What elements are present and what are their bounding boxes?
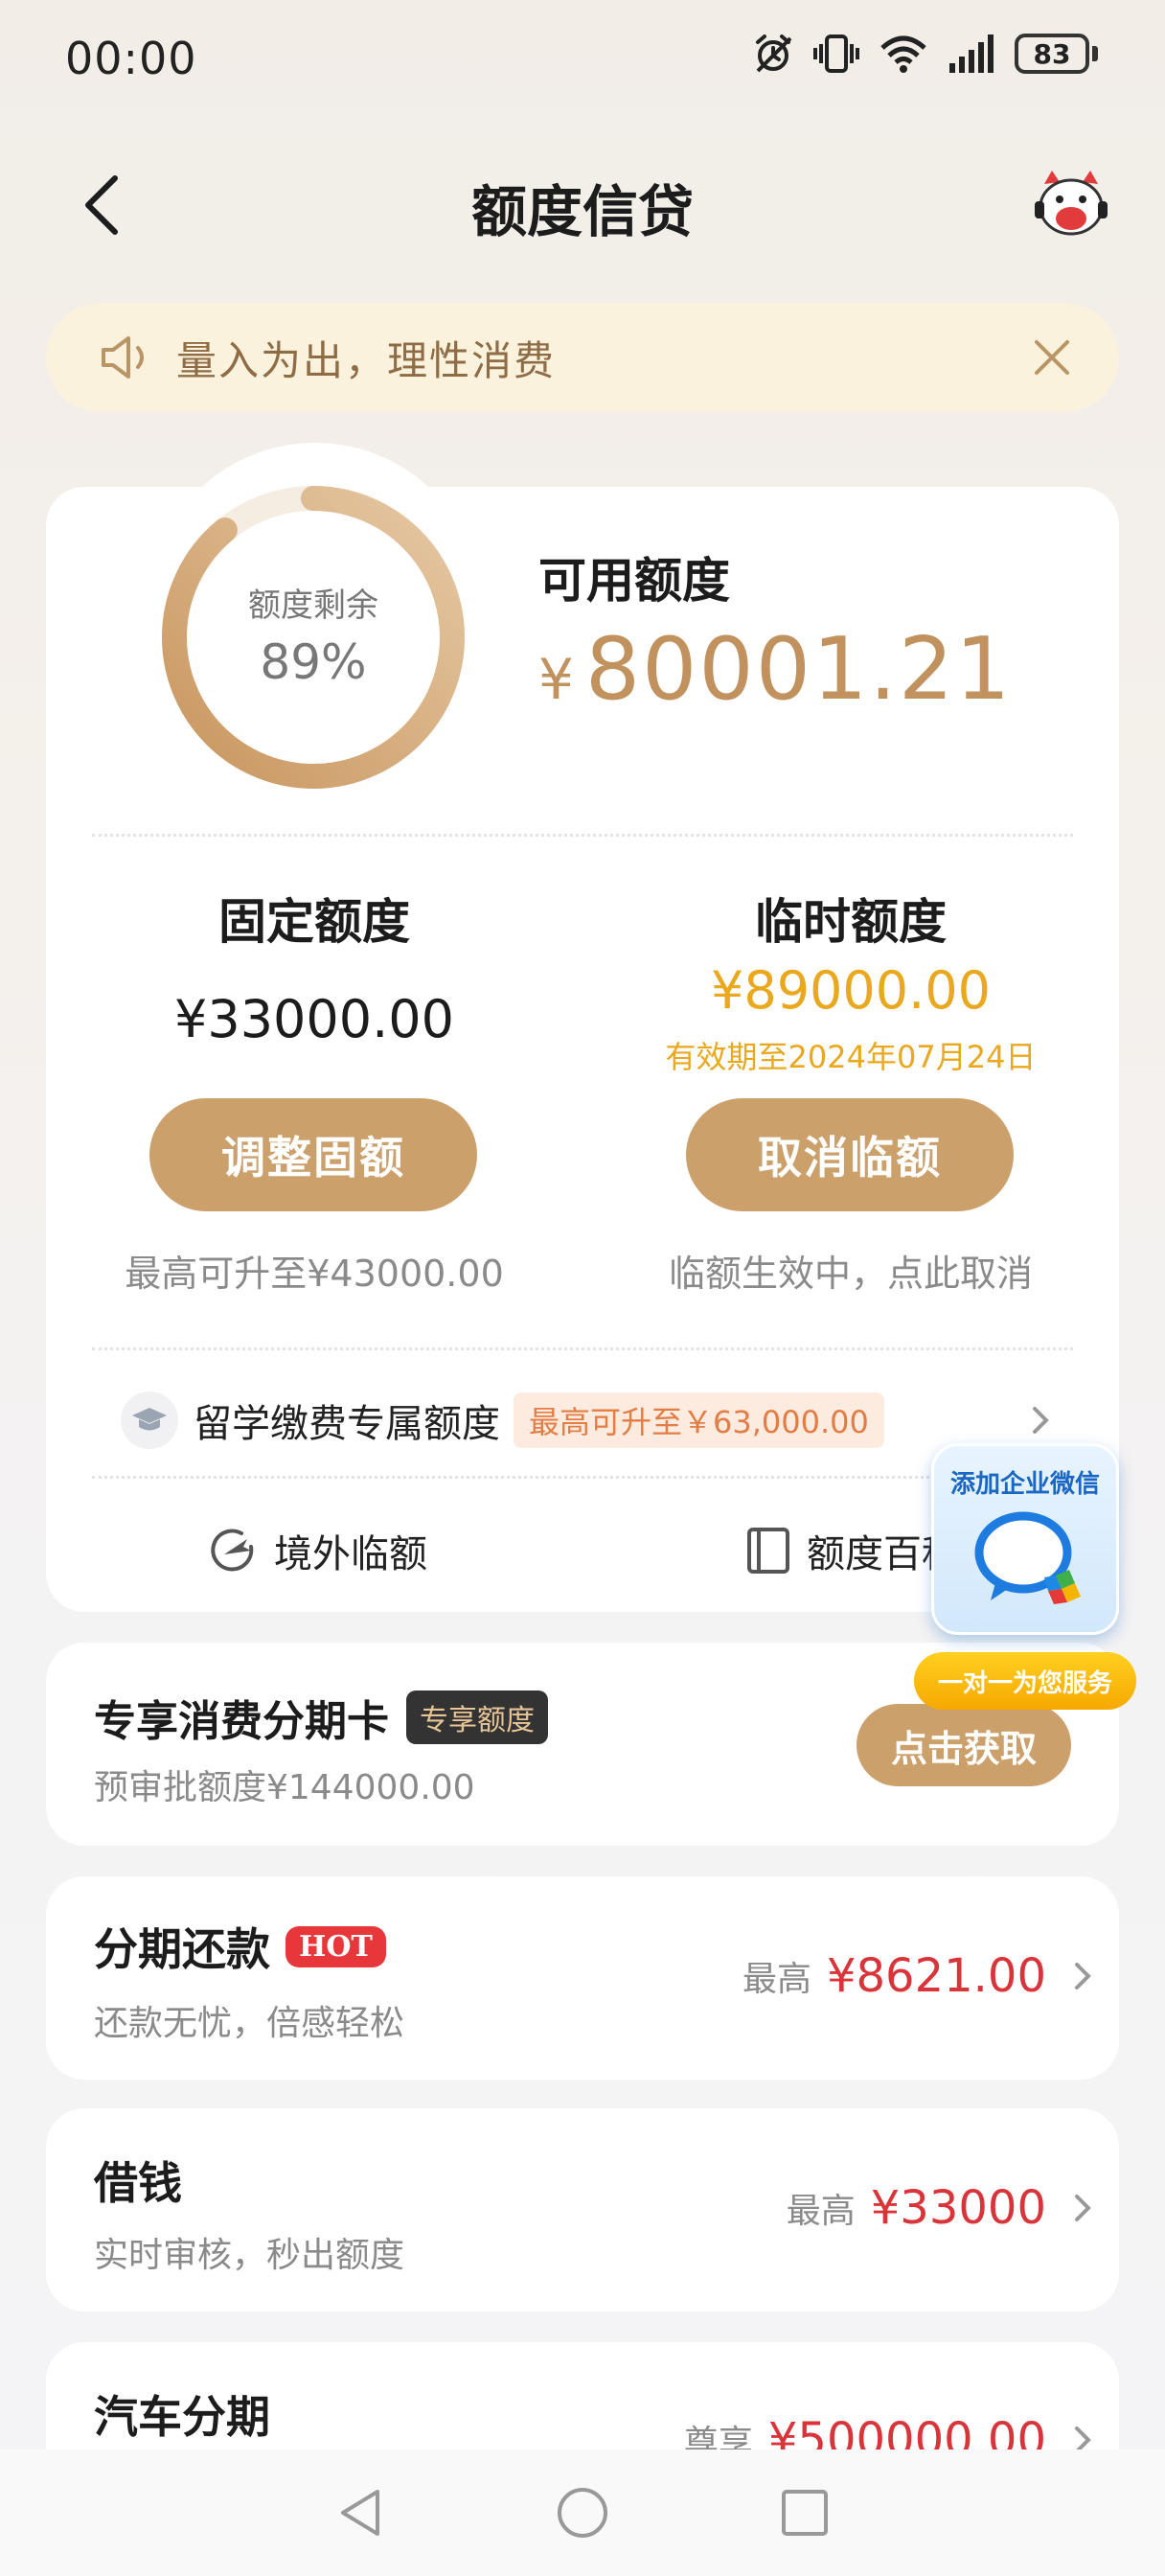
consumer-card-badge: 专享额度: [406, 1690, 548, 1744]
available-amount: ¥80001.21: [538, 619, 1012, 720]
overseas-quota-link[interactable]: 境外临额: [209, 1520, 427, 1581]
nav-home-button[interactable]: [544, 2474, 621, 2551]
chevron-left-icon: [85, 175, 118, 235]
nav-back-button[interactable]: [322, 2474, 399, 2551]
page-title: 额度信贷: [470, 179, 694, 244]
study-quota-badge: 最高可升至￥63,000.00: [514, 1392, 884, 1448]
battery-level: 83: [1015, 34, 1089, 74]
temp-quota-title: 临时额度: [755, 894, 947, 950]
divider: [92, 834, 1073, 837]
square-recents-icon: [782, 2490, 828, 2536]
nav-recents-button[interactable]: [766, 2474, 843, 2551]
triangle-back-icon: [341, 2490, 379, 2536]
borrow-amount-row: 最高 ¥33000: [787, 2181, 1092, 2235]
study-quota-row[interactable]: 留学缴费专属额度 最高可升至￥63,000.00: [121, 1392, 1050, 1449]
wecom-float-title: 添加企业微信: [949, 1470, 1100, 1499]
installment-title-row: 分期还款 HOT: [94, 1915, 386, 1978]
system-nav-bar: [0, 2450, 1165, 2576]
get-card-button[interactable]: 点击获取: [857, 1704, 1071, 1786]
available-label: 可用额度: [538, 553, 730, 609]
mascot-button[interactable]: [1031, 165, 1111, 245]
consumer-card-title-row: 专享消费分期卡 专享额度: [94, 1687, 548, 1748]
consumer-card-title: 专享消费分期卡: [94, 1697, 389, 1746]
ring-label: 额度剩余: [248, 586, 378, 625]
temp-quota-amount: ¥89000.00: [710, 960, 992, 1021]
installment-amount: ¥8621.00: [826, 1949, 1046, 2003]
battery-icon: 83: [1015, 34, 1098, 74]
overseas-quota-label: 境外临额: [274, 1532, 427, 1576]
cancel-temp-button[interactable]: 取消临额: [686, 1098, 1014, 1211]
divider: [92, 1347, 1073, 1350]
fixed-quota-amount: ¥33000.00: [173, 989, 455, 1049]
circle-home-icon: [558, 2488, 607, 2538]
notice-close-button[interactable]: [1023, 329, 1081, 386]
quota-encyclopedia-link[interactable]: 额度百科: [745, 1520, 960, 1581]
close-icon: [1035, 340, 1069, 375]
notice-banner: 量入为出，理性消费: [46, 303, 1119, 412]
wifi-icon: [880, 35, 926, 73]
installment-prefix: 最高: [742, 1960, 811, 1999]
chevron-right-icon: [1033, 1407, 1049, 1434]
study-quota-label: 留学缴费专属额度: [194, 1402, 500, 1446]
car-title-row: 汽车分期: [94, 2382, 270, 2446]
installment-title: 分期还款: [94, 1923, 270, 1975]
borrow-subtitle: 实时审核，秒出额度: [94, 2236, 405, 2275]
chevron-right-icon: [1075, 2195, 1091, 2221]
wecom-float-ribbon[interactable]: 一对一为您服务: [914, 1652, 1136, 1710]
borrow-amount: ¥33000: [870, 2181, 1046, 2235]
signal-icon: [949, 34, 994, 73]
borrow-title: 借钱: [94, 2157, 182, 2209]
temp-quota-validity: 有效期至2024年07月24日: [665, 1039, 1037, 1075]
mascot-icon: [1035, 171, 1108, 236]
fixed-quota-title: 固定额度: [218, 894, 410, 950]
installment-amount-row: 最高 ¥8621.00: [742, 1949, 1092, 2003]
ring-percent: 89%: [260, 634, 367, 690]
hot-badge: HOT: [286, 1925, 386, 1967]
currency-symbol: ¥: [538, 647, 576, 712]
notice-text: 量入为出，理性消费: [176, 336, 557, 384]
fixed-quota-note: 最高可升至¥43000.00: [125, 1253, 504, 1295]
wecom-icon: [974, 1511, 1081, 1604]
installment-subtitle: 还款无忧，倍感轻松: [94, 2004, 405, 2043]
alarm-icon: [756, 34, 792, 73]
borrow-prefix: 最高: [786, 2192, 856, 2231]
graduation-cap-icon: [121, 1392, 178, 1449]
chevron-right-icon: [1075, 1963, 1091, 1990]
consumer-card-subtitle: 预审批额度¥144000.00: [94, 1768, 475, 1807]
status-icons: 83: [752, 33, 1098, 75]
plane-icon: [211, 1529, 254, 1572]
status-time: 00:00: [65, 33, 197, 84]
speaker-icon: [102, 336, 144, 379]
borrow-title-row: 借钱: [94, 2149, 182, 2212]
book-icon: [747, 1528, 789, 1574]
divider: [92, 1476, 1073, 1479]
available-value: 80001.21: [584, 619, 1013, 720]
adjust-fixed-button[interactable]: 调整固额: [149, 1098, 477, 1211]
temp-quota-note[interactable]: 临额生效中，点此取消: [628, 1244, 1073, 1297]
car-title: 汽车分期: [94, 2391, 270, 2443]
back-button[interactable]: [82, 167, 140, 243]
vibrate-icon: [813, 34, 859, 73]
